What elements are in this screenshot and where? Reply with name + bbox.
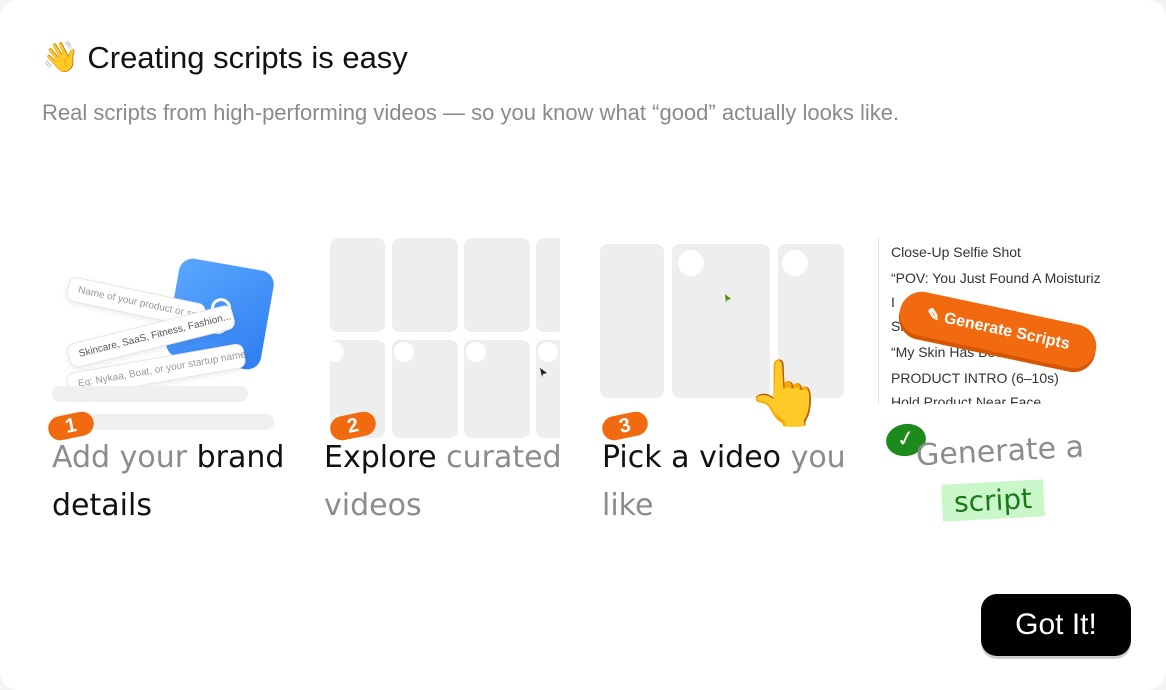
step-label: Generate a [915,429,1085,474]
cursor-icon [725,294,731,303]
modal-title: Creating scripts is easy [87,40,408,75]
modal-subtitle: Real scripts from high-performing videos… [42,100,900,125]
cursor-icon [540,368,547,377]
step-label: Add your brand details [52,440,285,523]
header: 👋 Creating scripts is easy [42,38,408,78]
video-tile [392,238,458,332]
pick-video-illustration: 👆 [600,238,850,438]
video-tile [600,244,664,398]
wave-icon: 👋 [42,40,80,75]
step-explore-videos: 2 Explore curated videos [324,238,562,538]
step-pick-video: 👆 3 Pick a video you like [600,238,850,538]
video-tile [464,238,530,332]
got-it-button[interactable]: Got It! [981,594,1131,656]
video-tile [330,238,385,332]
video-grid-illustration [330,238,560,438]
video-tile [536,238,560,332]
brand-form-illustration: Name of your product or service Skincare… [52,238,302,438]
highlighted-script-word: script [941,479,1045,522]
pointing-hand-icon: 👆 [746,357,826,431]
step-add-brand-details: Name of your product or service Skincare… [46,238,302,538]
placeholder-bar [52,386,248,402]
step-label: Explore curated videos [324,440,562,523]
onboarding-modal: 👋 Creating scripts is easy Real scripts … [0,0,1166,690]
step-label: Pick a video you like [602,440,846,523]
step-generate-script: Close-Up Selfie Shot “POV: You Just Foun… [878,238,1128,538]
